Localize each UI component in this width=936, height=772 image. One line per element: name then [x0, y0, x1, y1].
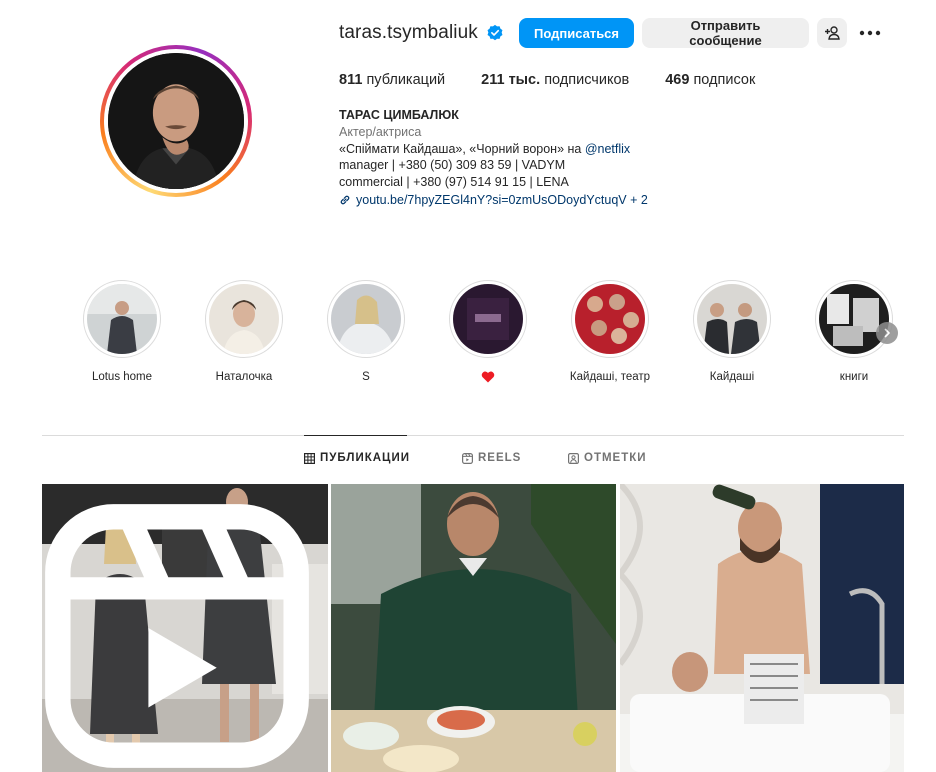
followers-stat[interactable]: 211 тыс. подписчиков	[481, 72, 629, 88]
profile-full-name: ТАРАС ЦИМБАЛЮК	[339, 108, 459, 122]
highlight-cover	[209, 284, 279, 354]
tabs-divider	[42, 435, 904, 436]
username-row: taras.tsymbaliuk	[339, 16, 504, 50]
highlight-kaidashi[interactable]: Кайдаші	[680, 280, 784, 387]
follow-button[interactable]: Подписаться	[519, 18, 634, 48]
suggest-user-button[interactable]	[817, 18, 847, 48]
highlight-cover	[87, 284, 157, 354]
send-message-button[interactable]: Отправить сообщение	[642, 18, 809, 48]
highlight-natalochka[interactable]: Наталочка	[192, 280, 296, 387]
post-thumbnail[interactable]	[42, 484, 328, 772]
more-options-button[interactable]	[856, 20, 884, 46]
highlight-cover	[453, 284, 523, 354]
profile-avatar	[108, 53, 244, 189]
post-image	[620, 484, 904, 772]
profile-stats: 811 публикаций 211 тыс. подписчиков 469 …	[339, 72, 791, 88]
highlight-kaidashi-teatr[interactable]: Кайдаші, театр	[558, 280, 662, 387]
profile-tabs: ПУБЛИКАЦИИ REELS ОТМЕТКИ	[0, 452, 936, 472]
active-tab-indicator	[304, 435, 407, 436]
highlight-cover	[697, 284, 767, 354]
red-heart-icon	[481, 371, 495, 383]
avatar-photo	[108, 53, 244, 189]
grid-icon	[304, 452, 315, 464]
verified-badge-icon	[486, 24, 504, 42]
post-image	[331, 484, 616, 772]
following-stat[interactable]: 469 подписок	[665, 72, 755, 88]
reel-badge-icon	[45, 504, 309, 768]
posts-stat: 811 публикаций	[339, 72, 446, 88]
story-highlights: Lotus home Наталочка S Кайдаші, театр Ка…	[70, 280, 900, 390]
tab-reels[interactable]: REELS	[462, 452, 521, 464]
reels-icon	[462, 452, 473, 464]
post-thumbnail[interactable]	[620, 484, 904, 772]
add-user-icon	[825, 26, 840, 40]
profile-username: taras.tsymbaliuk	[339, 22, 478, 43]
tagged-user-icon	[568, 452, 579, 464]
highlight-heart[interactable]	[436, 280, 540, 387]
highlight-cover	[819, 284, 889, 354]
highlight-lotus-home[interactable]: Lotus home	[70, 280, 174, 387]
highlight-s[interactable]: S	[314, 280, 418, 387]
posts-grid	[42, 484, 904, 772]
link-icon	[340, 196, 350, 205]
tab-tagged[interactable]: ОТМЕТКИ	[568, 452, 647, 464]
profile-bio: ТАРАС ЦИМБАЛЮК Актер/актриса «Спіймати К…	[339, 107, 859, 209]
profile-category: Актер/актриса	[339, 124, 422, 139]
bio-external-link[interactable]: youtu.be/7hpyZEGl4nY?si=0zmUsODoydYctuqV…	[339, 192, 859, 209]
post-thumbnail[interactable]	[331, 484, 616, 772]
bio-line-manager: manager | +380 (50) 309 83 59 | VADYM	[339, 158, 566, 173]
netflix-mention-link[interactable]: @netflix	[585, 142, 630, 156]
more-dots-icon	[859, 30, 881, 36]
highlight-cover	[331, 284, 401, 354]
highlight-cover	[575, 284, 645, 354]
bio-line-commercial: commercial | +380 (97) 514 91 15 | LENA	[339, 175, 569, 190]
tab-posts[interactable]: ПУБЛИКАЦИИ	[304, 452, 410, 464]
chevron-right-icon	[884, 328, 891, 338]
profile-avatar-ring[interactable]	[100, 45, 252, 197]
highlights-next-button[interactable]	[876, 322, 898, 344]
bio-line-shows: «Спіймати Кайдаша», «Чорний ворон» на @n…	[339, 141, 631, 156]
